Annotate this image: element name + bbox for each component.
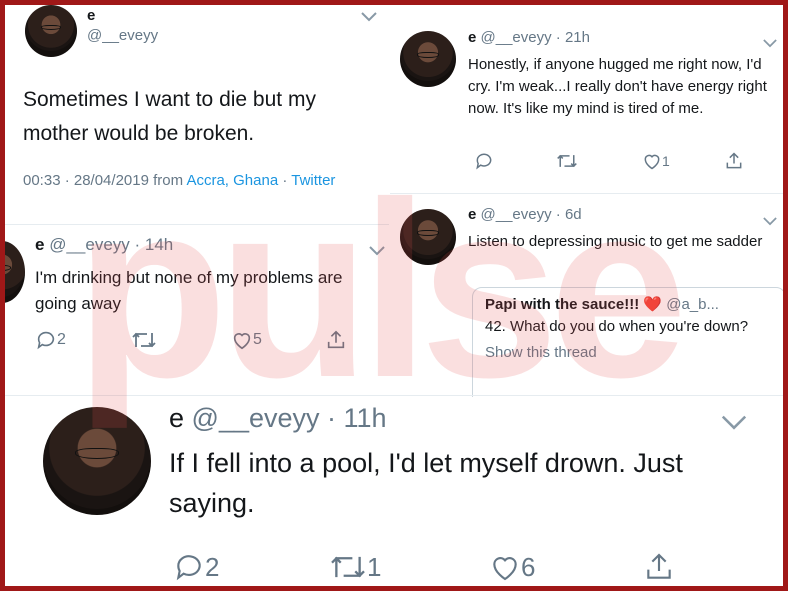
quoted-text: 42. What do you do when you're down?	[485, 318, 749, 335]
chevron-down-icon[interactable]	[361, 9, 377, 27]
avatar[interactable]	[5, 241, 25, 303]
reply-button[interactable]: 2	[35, 329, 66, 351]
author-handle-time[interactable]: @__eveyy · 21h	[481, 29, 590, 46]
quoted-tweet[interactable]: Papi with the sauce!!! ❤️ @a_b... 42. Wh…	[472, 287, 783, 397]
tweet-hug[interactable]: e @__eveyy · 21h Honestly, if anyone hug…	[390, 19, 783, 191]
author-handle-time[interactable]: @__eveyy · 14h	[49, 235, 173, 254]
like-button[interactable]: 5	[231, 329, 262, 351]
tweet-timestamp-line: 00:33 · 28/04/2019 from Accra, Ghana · T…	[23, 172, 335, 189]
heart-icon	[233, 333, 251, 350]
tweet-drinking[interactable]: e @__eveyy · 14h I'm drinking but none o…	[5, 227, 389, 377]
author-name[interactable]: e	[87, 7, 95, 24]
quoted-header: Papi with the sauce!!! ❤️ @a_b...	[485, 294, 773, 316]
retweet-count: 1	[367, 551, 382, 582]
tweet-text: Sometimes I want to die but my mother wo…	[23, 88, 316, 145]
source-link[interactable]: Twitter	[291, 172, 335, 189]
avatar[interactable]	[400, 209, 456, 265]
retweet-button[interactable]	[131, 329, 157, 351]
tweet-pool[interactable]: e @__eveyy · 11h If I fell into a pool, …	[5, 397, 783, 586]
reply-icon	[176, 555, 201, 581]
retweet-button[interactable]	[556, 151, 578, 171]
share-icon	[647, 553, 671, 579]
like-count: 6	[521, 551, 536, 582]
chevron-down-icon[interactable]	[721, 415, 747, 436]
chevron-down-icon[interactable]	[763, 35, 777, 53]
divider	[5, 395, 783, 396]
separator: ·	[282, 172, 288, 189]
author-handle[interactable]: @__eveyy	[87, 27, 158, 44]
share-icon	[726, 152, 742, 169]
heart-icon	[644, 154, 660, 170]
divider	[390, 193, 783, 194]
tweet-text: If I fell into a pool, I'd let myself dr…	[169, 448, 683, 518]
avatar[interactable]	[43, 407, 151, 515]
reply-count: 2	[57, 331, 66, 348]
like-count: 1	[662, 153, 670, 169]
tweet-header: e @__eveyy · 21h	[468, 29, 590, 46]
tweet-text: Honestly, if anyone hugged me right now,…	[468, 56, 767, 117]
divider	[5, 224, 389, 225]
reply-icon	[476, 153, 492, 170]
reply-count: 2	[205, 551, 220, 582]
share-icon	[327, 330, 345, 349]
retweet-button[interactable]: 1	[329, 551, 381, 583]
tweet-header: e @__eveyy · 11h	[169, 403, 387, 434]
share-button[interactable]	[643, 551, 675, 583]
author-name[interactable]: e	[35, 235, 44, 254]
collage-canvas: e @__eveyy Sometimes I want to die but m…	[5, 5, 783, 586]
retweet-icon	[132, 332, 156, 348]
chevron-down-icon[interactable]	[369, 243, 385, 261]
retweet-icon	[331, 556, 365, 578]
reply-button[interactable]: 2	[173, 551, 219, 583]
tweet-main[interactable]: e @__eveyy Sometimes I want to die but m…	[5, 5, 389, 223]
share-button[interactable]	[325, 329, 347, 351]
tweet-actions: 2 5	[35, 329, 365, 355]
tweet-text: I'm drinking but none of my problems are…	[35, 268, 343, 313]
tweet-music[interactable]: e @__eveyy · 6d Listen to depressing mus…	[390, 197, 783, 397]
tweet-actions: 2 1 6	[173, 551, 693, 585]
tweet-actions: 1	[468, 151, 768, 175]
author-name[interactable]: e	[468, 206, 476, 223]
heart-icon	[493, 557, 517, 581]
author-name[interactable]: e	[468, 29, 476, 46]
author-handle-time[interactable]: @__eveyy · 6d	[481, 206, 582, 223]
quoted-author-handle[interactable]: @a_b...	[666, 296, 719, 313]
avatar[interactable]	[400, 31, 456, 87]
like-count: 5	[253, 331, 262, 348]
chevron-down-icon[interactable]	[763, 213, 777, 231]
tweet-header: e @__eveyy · 6d	[468, 206, 582, 223]
like-button[interactable]: 6	[489, 551, 535, 583]
reply-button[interactable]	[474, 151, 494, 171]
show-thread-link[interactable]: Show this thread	[485, 342, 773, 364]
quoted-author-name[interactable]: Papi with the sauce!!! ❤️	[485, 296, 662, 313]
tweet-header: e @__eveyy · 14h	[35, 235, 173, 255]
author-handle-time[interactable]: @__eveyy · 11h	[192, 403, 387, 433]
tweet-text: Listen to depressing music to get me sad…	[468, 233, 763, 250]
retweet-icon	[557, 154, 577, 168]
tweet-time: 00:33 · 28/04/2019 from	[23, 172, 184, 189]
author-name[interactable]: e	[169, 403, 184, 433]
like-button[interactable]: 1	[642, 151, 670, 171]
reply-icon	[37, 331, 55, 350]
share-button[interactable]	[724, 151, 744, 171]
location-link[interactable]: Accra, Ghana	[186, 172, 278, 189]
avatar[interactable]	[25, 5, 77, 57]
